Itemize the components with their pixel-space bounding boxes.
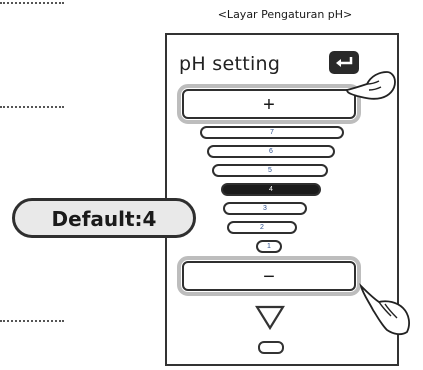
triangle-down-icon[interactable]	[255, 305, 285, 331]
leader-dots-top	[0, 2, 64, 4]
default-value-label: Default:4	[51, 207, 157, 231]
ph-level-3[interactable]: 3	[223, 202, 307, 215]
scroll-indicator	[258, 341, 284, 354]
minus-button[interactable]: −	[177, 256, 361, 296]
ph-level-7[interactable]: 7	[200, 126, 344, 139]
ph-level-1[interactable]: 1	[256, 240, 282, 253]
leader-dots-bottom	[0, 320, 64, 322]
pointing-hand-icon-top	[346, 71, 396, 100]
ph-level-4[interactable]: 4	[221, 183, 321, 196]
pointing-hand-icon-bottom	[359, 283, 410, 336]
minus-label: −	[263, 266, 275, 288]
plus-button[interactable]: +	[177, 84, 361, 124]
screen-caption: <Layar Pengaturan pH>	[217, 8, 353, 21]
panel-title: pH setting	[179, 53, 281, 75]
ph-level-6[interactable]: 6	[207, 145, 335, 158]
leader-dots-middle	[0, 106, 64, 108]
ph-level-2[interactable]: 2	[227, 221, 297, 234]
default-value-badge: Default:4	[12, 198, 196, 238]
ph-level-5[interactable]: 5	[212, 164, 328, 177]
plus-label: +	[263, 94, 275, 116]
